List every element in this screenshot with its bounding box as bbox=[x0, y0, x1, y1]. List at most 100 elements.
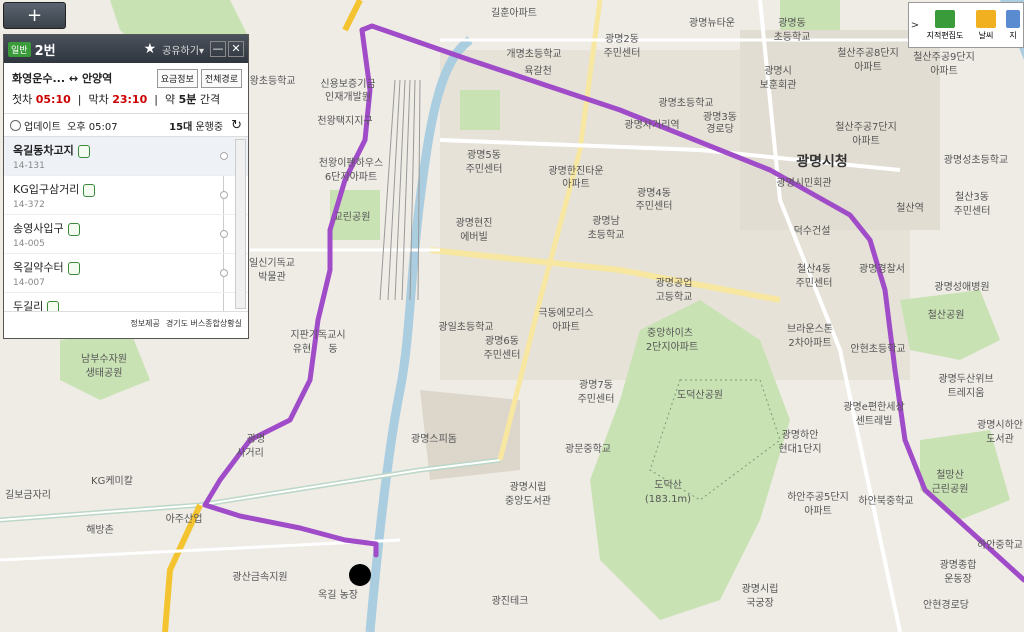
stop-list[interactable]: 옥길동차고지 14-131 KG입구삼거리 14-372 송영사입구 14-00… bbox=[4, 137, 248, 311]
interval-value: 5분 bbox=[178, 93, 197, 106]
map-label: 2차아파트 bbox=[788, 337, 831, 349]
map-label: 광명종합 bbox=[940, 559, 977, 571]
zoom-in-button[interactable]: + bbox=[3, 2, 66, 29]
map-label: 유현 bbox=[293, 343, 311, 355]
bus-stop-icon bbox=[67, 222, 80, 236]
map-label: 극동에모리스 bbox=[538, 307, 593, 319]
map-label: 옥길 농장 bbox=[318, 588, 358, 601]
panel-header: 일반 2번 ★ 공유하기▾ — ✕ bbox=[4, 35, 248, 63]
map-label: 철산주공7단지 bbox=[835, 121, 897, 133]
map-label: 근린공원 bbox=[932, 483, 969, 495]
stop-item[interactable]: 두길리 bbox=[4, 293, 248, 311]
map-label: 경로당 bbox=[706, 122, 734, 135]
map-label: 개명초등학교 bbox=[506, 48, 561, 60]
map-label: 중앙도서관 bbox=[505, 495, 551, 507]
route-arrow: ↔ bbox=[68, 72, 79, 85]
route-type-badge: 일반 bbox=[8, 41, 31, 57]
map-label: 아파트 bbox=[562, 178, 590, 190]
map-label: 주민센터 bbox=[484, 349, 521, 361]
share-button[interactable]: 공유하기▾ bbox=[162, 42, 204, 57]
map-label: 생태공원 bbox=[86, 367, 123, 379]
running-info: 15대 운행중 bbox=[169, 118, 223, 133]
route-endpoints-row: 화영운수... ↔ 안양역 요금정보 전체경로 bbox=[4, 63, 248, 88]
star-icon[interactable]: ★ bbox=[144, 41, 157, 57]
map-label: 운동장 bbox=[944, 573, 972, 585]
map-label: 광명사거리역 bbox=[624, 119, 679, 131]
stop-code: 14-131 bbox=[13, 161, 45, 171]
map-label: 철산주공9단지 bbox=[913, 51, 975, 63]
refresh-icon[interactable]: ↻ bbox=[231, 118, 242, 133]
map-label: 천왕이펜하우스 bbox=[319, 156, 383, 169]
stop-code: 14-005 bbox=[13, 239, 45, 249]
stop-item[interactable]: 옥길동차고지 14-131 bbox=[4, 137, 248, 176]
toolbar-expand-icon[interactable]: > bbox=[909, 20, 921, 31]
map-label: 광명스피돔 bbox=[411, 433, 457, 445]
stop-code: 14-007 bbox=[13, 278, 45, 288]
map-label: 센트레빌 bbox=[856, 415, 893, 427]
map-label: 해방촌 bbox=[86, 523, 114, 536]
map-label: 신용보증기금 bbox=[320, 78, 375, 90]
map-label: 주민센터 bbox=[466, 163, 503, 175]
map-label: 도덕산공원 bbox=[677, 389, 723, 401]
map-label: 광명경찰서 bbox=[859, 262, 905, 275]
weather-button[interactable]: 날씨 bbox=[969, 9, 1003, 41]
map-label: 철산역 bbox=[896, 202, 924, 214]
map-label: 길훈아파트 bbox=[491, 6, 537, 19]
stop-dot bbox=[220, 230, 228, 238]
minimize-button[interactable]: — bbox=[210, 41, 226, 57]
map-label: 아파트 bbox=[930, 65, 958, 77]
map-label: 광명7동 bbox=[579, 379, 613, 391]
map-label: 광명시립 bbox=[742, 582, 779, 595]
map-label: 광명하안 bbox=[782, 428, 819, 441]
last-bus-time: 23:10 bbox=[112, 93, 148, 106]
map-label: 광명공업 bbox=[656, 276, 693, 289]
map-label: 광명2동 bbox=[605, 33, 639, 45]
map-label: 안현초등학교 bbox=[850, 343, 905, 355]
map-label: 길보금자리 bbox=[5, 488, 51, 501]
stop-list-scrollbar[interactable] bbox=[235, 139, 246, 309]
map-label: 광일초등학교 bbox=[438, 321, 493, 333]
stop-name: 두길리 bbox=[13, 300, 44, 311]
share-label: 공유하기 bbox=[162, 45, 199, 57]
stop-name: 옥길동차고지 bbox=[13, 144, 74, 157]
bus-stop-icon bbox=[77, 144, 90, 158]
stop-name: 옥길약수터 bbox=[13, 261, 64, 274]
close-button[interactable]: ✕ bbox=[228, 41, 244, 57]
map-label: 인재개발원 bbox=[325, 91, 371, 103]
map-label: 광명뉴타운 bbox=[689, 17, 735, 29]
tool-label: 지 bbox=[1009, 30, 1017, 40]
bus-stop-icon bbox=[47, 300, 60, 311]
map-label: KG케미칼 bbox=[91, 474, 133, 487]
map-label: 남부수자원 bbox=[81, 353, 127, 365]
map-label: 트레지움 bbox=[948, 387, 985, 399]
interval-pre: 약 bbox=[164, 93, 176, 106]
running-count: 15대 bbox=[169, 121, 193, 133]
map-label: 지판기독교시 bbox=[290, 329, 345, 341]
map-label: 광명성애병원 bbox=[934, 281, 989, 293]
map-label: 광명남 bbox=[592, 215, 620, 227]
bus-stop-icon bbox=[67, 261, 80, 275]
info-source-org: 경기도 버스종합상황실 bbox=[165, 318, 242, 328]
map-toolbar: > 지적편집도 날씨 지 bbox=[908, 2, 1024, 48]
stop-item[interactable]: 송영사입구 14-005 bbox=[4, 215, 248, 254]
full-route-button[interactable]: 전체경로 bbox=[200, 68, 242, 88]
map-label: 아파트 bbox=[552, 321, 580, 333]
stop-item[interactable]: KG입구삼거리 14-372 bbox=[4, 176, 248, 215]
map-label: 고등학교 bbox=[656, 291, 693, 303]
map-label: 천왕택지지구 bbox=[317, 115, 372, 127]
map-label: 철산3동 bbox=[955, 191, 989, 203]
map-major-labels: 광명시청 bbox=[796, 153, 848, 170]
tool-button[interactable]: 지 bbox=[1003, 9, 1023, 41]
bus-stop-icon bbox=[83, 183, 96, 197]
cadastral-map-button[interactable]: 지적편집도 bbox=[921, 9, 969, 41]
schedule-row: 첫차 05:10 | 막차 23:10 | 약 5분 간격 bbox=[12, 93, 221, 106]
map-label: 안현경로당 bbox=[923, 598, 969, 611]
fare-info-button[interactable]: 요금정보 bbox=[156, 68, 198, 88]
destination-marker[interactable] bbox=[349, 564, 371, 586]
map-label: 도서관 bbox=[986, 433, 1014, 445]
map-label: 사거리 bbox=[236, 447, 264, 459]
stop-item[interactable]: 옥길약수터 14-007 bbox=[4, 254, 248, 293]
route-from: 화영운수... bbox=[12, 72, 66, 85]
clock-icon bbox=[10, 119, 21, 131]
map-label: 동 bbox=[328, 343, 337, 355]
